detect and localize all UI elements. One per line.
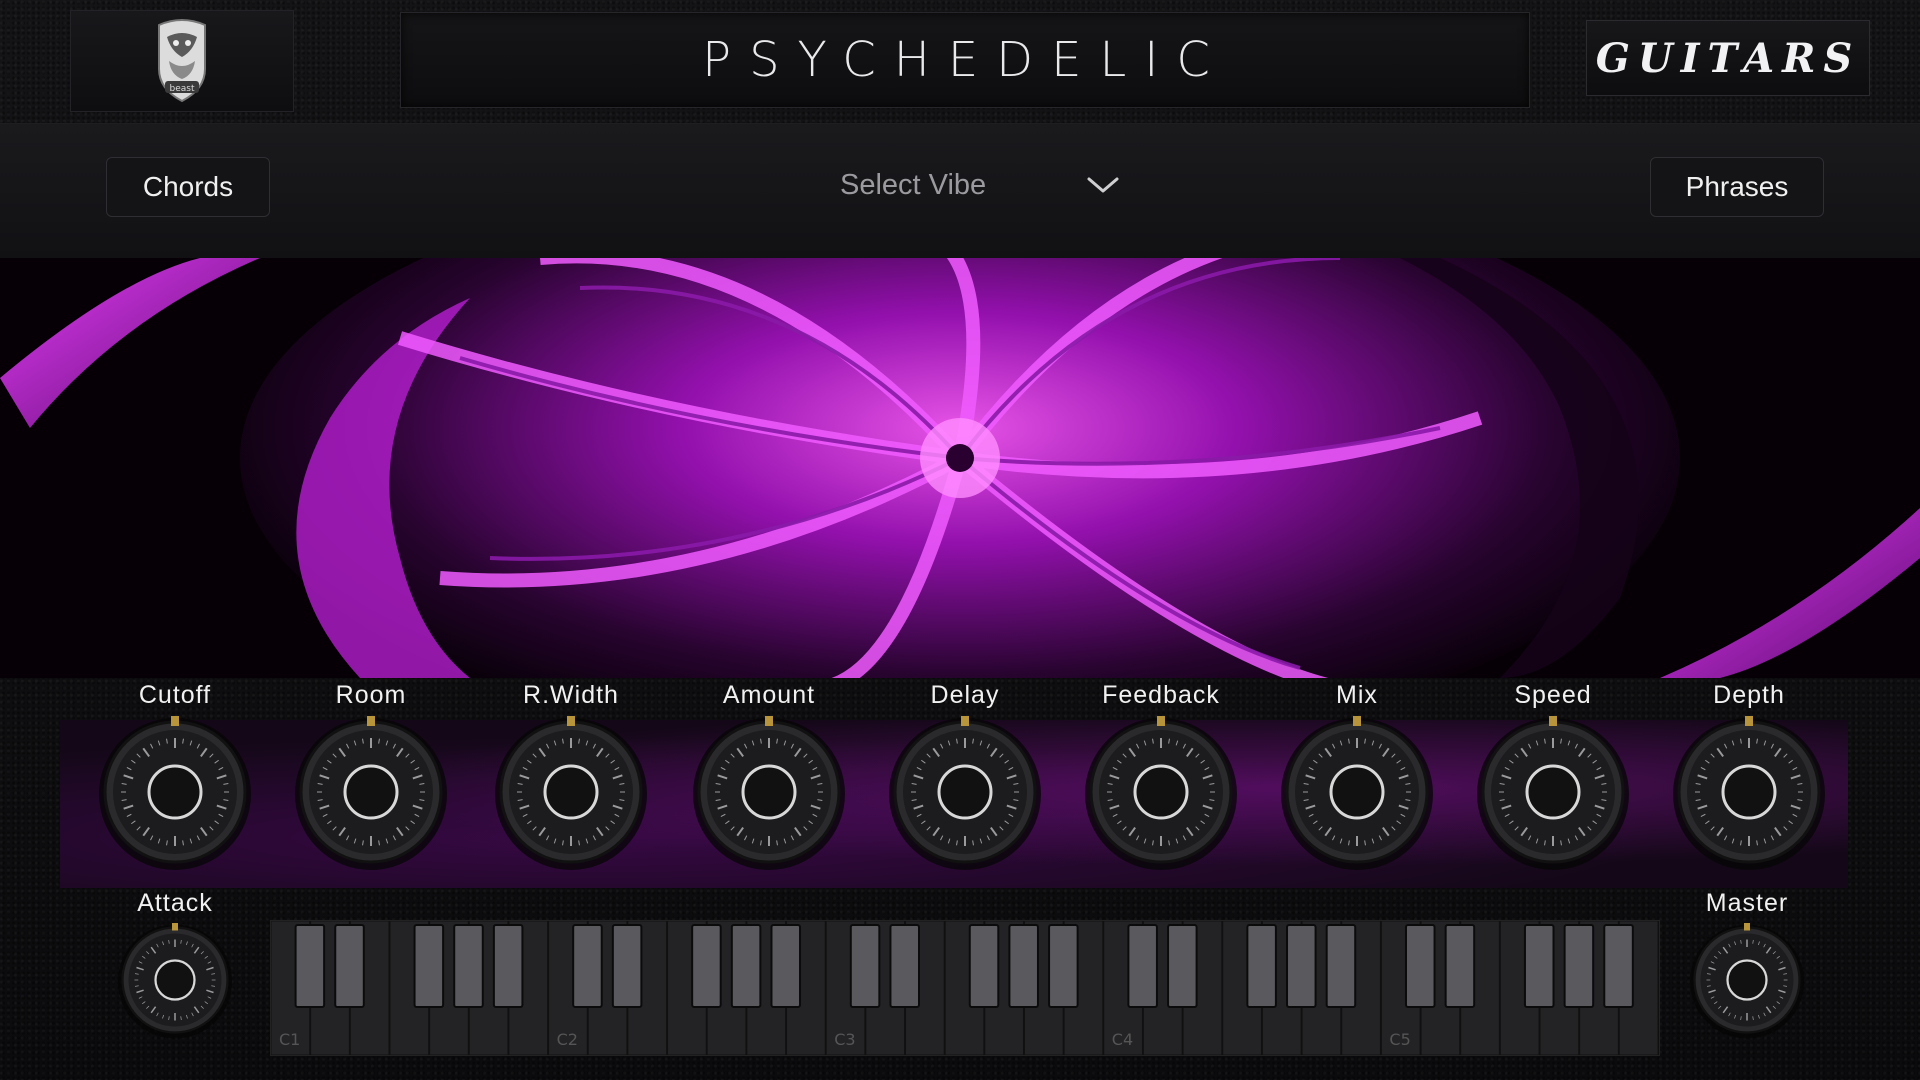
black-key[interactable] (1563, 924, 1595, 1008)
speed-knob[interactable] (1473, 712, 1633, 872)
black-key[interactable] (1246, 924, 1277, 1008)
knob-depth-group: Depth (1664, 678, 1834, 872)
black-key[interactable] (1404, 924, 1436, 1008)
brand-title: GUITARS (1595, 34, 1861, 82)
black-key[interactable] (1008, 924, 1039, 1008)
octave-label: C3 (834, 1030, 855, 1049)
chevron-down-icon (1087, 177, 1119, 193)
black-key[interactable] (849, 924, 881, 1008)
knob-feedback-group: Feedback (1076, 678, 1246, 872)
mix-knob[interactable] (1277, 712, 1437, 872)
knob-feedback-label: Feedback (1102, 681, 1220, 709)
vibe-dropdown[interactable]: Select Vibe (840, 160, 1120, 210)
black-key[interactable] (1444, 924, 1476, 1008)
black-key[interactable] (1286, 924, 1317, 1008)
octave-label: C2 (557, 1030, 578, 1049)
black-key[interactable] (1325, 924, 1357, 1008)
knob-master-label: Master (1705, 889, 1789, 917)
room-knob[interactable] (291, 712, 451, 872)
knob-master-group: Master (1662, 886, 1832, 1040)
black-key[interactable] (334, 924, 365, 1008)
knob-attack-label: Attack (137, 889, 213, 917)
piano-keyboard[interactable]: C1 C2 C3 C4 C5 (270, 920, 1660, 1056)
black-key[interactable] (770, 924, 802, 1008)
cutoff-knob[interactable] (95, 712, 255, 872)
logo-panel: beast (70, 10, 294, 112)
knob-depth-label: Depth (1713, 681, 1785, 709)
black-key[interactable] (611, 924, 643, 1008)
title-panel: PSYCHEDELIC (400, 12, 1530, 108)
header: beast PSYCHEDELIC GUITARS (0, 0, 1920, 124)
knob-room-label: Room (335, 681, 407, 709)
keyboard-keys[interactable]: C1 C2 C3 C4 C5 (270, 920, 1659, 1056)
black-key[interactable] (1603, 924, 1634, 1008)
black-key[interactable] (730, 924, 762, 1008)
black-key[interactable] (691, 924, 722, 1008)
black-key[interactable] (1523, 924, 1555, 1008)
black-key[interactable] (1048, 924, 1079, 1008)
knob-delay-group: Delay (880, 678, 1050, 872)
psychedelic-artwork (0, 258, 1920, 678)
attack-knob[interactable] (115, 920, 235, 1040)
knob-speed-label: Speed (1514, 681, 1592, 709)
control-bar: Chords Select Vibe Phrases (0, 124, 1920, 259)
fractal-swirl-image (0, 258, 1920, 678)
black-key[interactable] (1127, 924, 1158, 1008)
beast-crest-icon: beast (158, 19, 206, 103)
knob-amount-group: Amount (684, 678, 854, 872)
app-title: PSYCHEDELIC (702, 32, 1228, 88)
knob-amount-label: Amount (722, 681, 816, 709)
amount-knob[interactable] (689, 712, 849, 872)
black-key[interactable] (453, 924, 484, 1008)
chords-button[interactable]: Chords (106, 157, 270, 217)
knob-mix-group: Mix (1272, 678, 1442, 872)
brand-panel: GUITARS (1586, 20, 1870, 96)
knob-cutoff-label: Cutoff (138, 681, 212, 709)
feedback-knob[interactable] (1081, 712, 1241, 872)
octave-label: C4 (1112, 1030, 1133, 1049)
octave-label: C5 (1389, 1030, 1410, 1049)
knob-delay-label: Delay (930, 681, 1000, 709)
depth-knob[interactable] (1669, 712, 1829, 872)
rwidth-knob[interactable] (491, 712, 651, 872)
vibe-dropdown-label: Select Vibe (840, 168, 987, 201)
black-key[interactable] (968, 924, 1000, 1008)
knob-rwidth-label: R.Width (523, 681, 619, 709)
delay-knob[interactable] (885, 712, 1045, 872)
knob-mix-label: Mix (1336, 681, 1378, 709)
black-key[interactable] (1167, 924, 1198, 1008)
black-key[interactable] (492, 924, 524, 1008)
knob-attack-group: Attack (90, 886, 260, 1040)
knob-rwidth-group: R.Width (486, 678, 656, 872)
octave-label: C1 (279, 1030, 300, 1049)
knob-speed-group: Speed (1468, 678, 1638, 872)
black-key[interactable] (413, 924, 445, 1008)
black-key[interactable] (889, 924, 920, 1008)
knob-room-group: Room (286, 678, 456, 872)
svg-text:beast: beast (170, 84, 195, 94)
black-key[interactable] (572, 924, 603, 1008)
black-key[interactable] (294, 924, 326, 1008)
knob-cutoff-group: Cutoff (90, 678, 260, 872)
master-knob[interactable] (1687, 920, 1807, 1040)
phrases-button[interactable]: Phrases (1650, 157, 1824, 217)
